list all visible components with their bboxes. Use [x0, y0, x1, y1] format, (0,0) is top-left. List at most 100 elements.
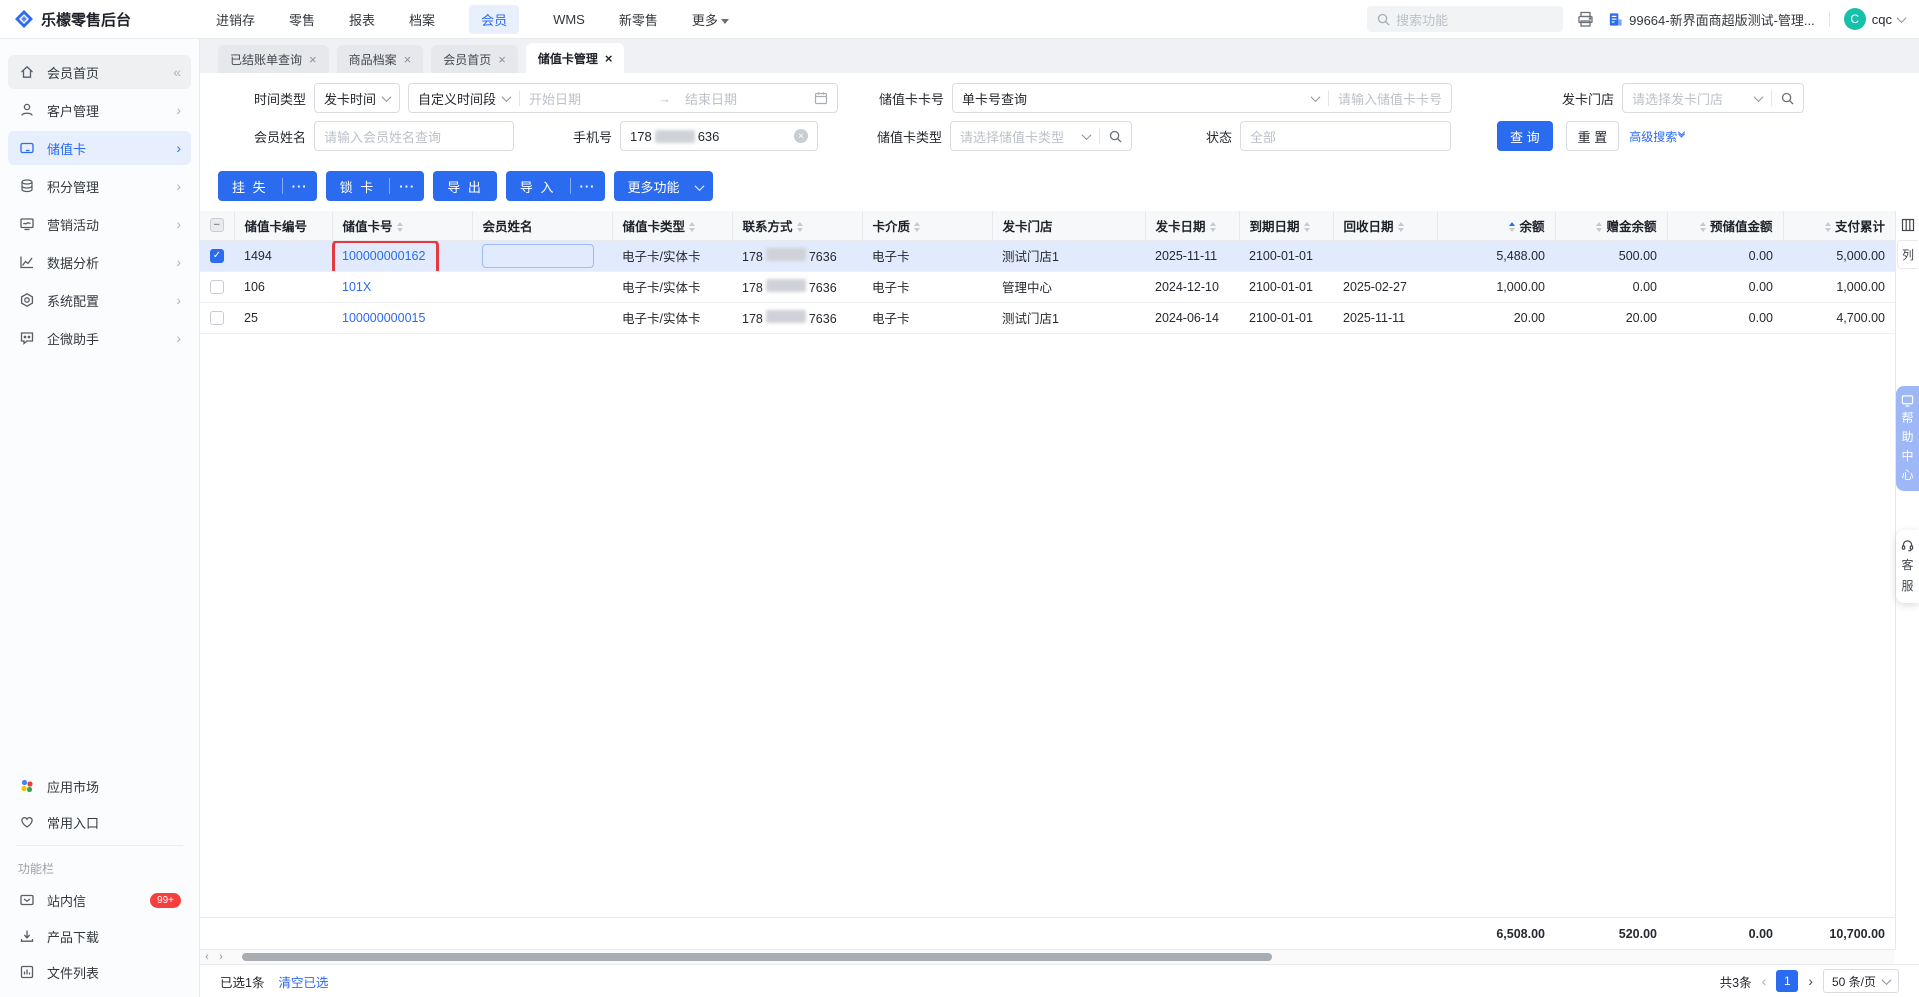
select-all-checkbox[interactable]: − [209, 218, 224, 233]
row-checkbox[interactable]: ✓ [210, 248, 224, 263]
report-loss-button[interactable]: 挂 失 ··· [218, 171, 317, 201]
function-search-input[interactable]: 搜索功能 [1367, 6, 1564, 32]
col-expire-date[interactable]: 到期日期 [1239, 211, 1334, 241]
col-prestore-amount[interactable]: 预储值金额 [1667, 211, 1784, 241]
sidebar-item-favorites[interactable]: 常用入口 [8, 805, 191, 839]
scrollbar-thumb[interactable] [242, 953, 1272, 961]
col-member-name[interactable]: 会员姓名 [472, 211, 613, 241]
more-options-icon[interactable]: ··· [283, 179, 317, 194]
collapse-sidebar-icon[interactable]: « [173, 64, 181, 80]
sort-icon[interactable] [1699, 222, 1706, 233]
end-date-input[interactable]: 结束日期 [685, 89, 737, 108]
page-size-select[interactable]: 50 条/页 [1822, 969, 1899, 993]
sort-icon[interactable] [1596, 222, 1603, 233]
nav-more[interactable]: 更多 [692, 10, 729, 29]
export-button[interactable]: 导 出 [433, 171, 497, 201]
sort-icon[interactable] [1509, 222, 1516, 233]
close-icon[interactable]: × [605, 51, 613, 66]
nav-member[interactable]: 会员 [469, 4, 520, 34]
col-contact[interactable]: 联系方式 [732, 211, 863, 241]
table-row[interactable]: 25 100000000015 电子卡/实体卡 178 7636 电子卡 测试门店… [200, 302, 1895, 334]
sort-icon[interactable] [1824, 222, 1831, 233]
member-name-input[interactable]: 请输入会员姓名查询 [314, 121, 514, 151]
print-icon[interactable] [1577, 11, 1594, 28]
current-page[interactable]: 1 [1776, 970, 1799, 992]
nav-purchase-sale-stock[interactable]: 进销存 [216, 10, 255, 29]
sidebar-item-stored-value-card[interactable]: 储值卡 › [8, 131, 191, 165]
sort-icon[interactable] [796, 222, 803, 233]
table-row[interactable]: 106 101X 电子卡/实体卡 178 7636 电子卡 管理中心 2024-1… [200, 271, 1895, 303]
col-issue-store[interactable]: 发卡门店 [992, 211, 1146, 241]
sidebar-item-app-market[interactable]: 应用市场 [8, 769, 191, 803]
prev-page-icon[interactable]: ‹ [1762, 973, 1767, 989]
member-name-edit-cell[interactable] [482, 243, 594, 268]
card-no-link[interactable]: 101X [342, 280, 371, 294]
sidebar-item-points-mgmt[interactable]: 积分管理 › [8, 169, 191, 203]
phone-input[interactable]: 178 636 × [620, 121, 818, 151]
card-no-link[interactable]: 100000000162 [342, 249, 425, 263]
sort-icon[interactable] [914, 222, 921, 233]
time-type-select[interactable]: 发卡时间 [314, 83, 400, 113]
col-recycle-date[interactable]: 回收日期 [1333, 211, 1438, 241]
status-select[interactable]: 全部 [1240, 121, 1451, 151]
card-no-link[interactable]: 100000000015 [342, 311, 425, 325]
scroll-left-icon[interactable]: ‹ [200, 950, 214, 964]
next-page-icon[interactable]: › [1808, 973, 1813, 989]
nav-archives[interactable]: 档案 [409, 10, 435, 29]
close-icon[interactable]: × [309, 52, 317, 67]
col-pay-total[interactable]: 支付累计 [1783, 211, 1895, 241]
col-balance[interactable]: 余额 [1437, 211, 1556, 241]
sort-icon[interactable] [396, 222, 403, 233]
sidebar-item-customer-mgmt[interactable]: 客户管理 › [8, 93, 191, 127]
customer-service-floater[interactable]: 客服 [1896, 530, 1919, 603]
card-type-select[interactable]: 请选择储值卡类型 [950, 121, 1132, 151]
search-icon[interactable] [1109, 130, 1122, 143]
advanced-search-link[interactable]: 高级搜索 [1629, 128, 1686, 145]
user-menu[interactable]: C cqc [1843, 8, 1907, 30]
scroll-right-icon[interactable]: › [214, 950, 228, 964]
tab-settled-bills[interactable]: 已结账单查询 × [218, 45, 329, 73]
tab-member-home[interactable]: 会员首页 × [431, 45, 518, 73]
sidebar-item-wecom-assistant[interactable]: 企微助手 › [8, 321, 191, 355]
scrollbar-track[interactable] [228, 952, 1895, 962]
start-date-input[interactable]: 开始日期 [529, 89, 581, 108]
search-icon[interactable] [1781, 92, 1794, 105]
card-no-combo[interactable]: 单卡号查询 请输入储值卡卡号 [952, 83, 1452, 113]
col-issue-date[interactable]: 发卡日期 [1145, 211, 1240, 241]
sort-icon[interactable] [1397, 222, 1404, 233]
col-medium[interactable]: 卡介质 [862, 211, 993, 241]
date-range-control[interactable]: 自定义时间段 开始日期 → 结束日期 [408, 83, 838, 113]
col-gift-balance[interactable]: 赠金余额 [1555, 211, 1668, 241]
more-functions-button[interactable]: 更多功能 [613, 171, 713, 201]
sidebar-item-data-analysis[interactable]: 数据分析 › [8, 245, 191, 279]
col-card-id[interactable]: 储值卡编号 [234, 211, 333, 241]
issue-store-select[interactable]: 请选择发卡门店 [1622, 83, 1804, 113]
card-no-input[interactable]: 请输入储值卡卡号 [1338, 89, 1442, 108]
clear-icon[interactable]: × [794, 129, 808, 143]
row-checkbox[interactable] [210, 279, 224, 294]
sort-icon[interactable] [689, 222, 696, 233]
tab-product-archive[interactable]: 商品档案 × [336, 45, 424, 73]
sidebar-item-file-list[interactable]: 文件列表 [8, 955, 191, 989]
nav-wms[interactable]: WMS [553, 12, 585, 27]
col-card-type[interactable]: 储值卡类型 [612, 211, 733, 241]
sort-icon[interactable] [1209, 222, 1216, 233]
sidebar-item-member-home[interactable]: 会员首页 « [8, 55, 191, 89]
col-card-no[interactable]: 储值卡号 [332, 211, 473, 241]
reset-button[interactable]: 重 置 [1565, 121, 1620, 151]
help-center-floater[interactable]: 帮助中心 [1896, 386, 1919, 491]
sidebar-item-product-download[interactable]: 产品下载 [8, 919, 191, 953]
close-icon[interactable]: × [404, 52, 412, 67]
nav-new-retail[interactable]: 新零售 [619, 10, 658, 29]
more-options-icon[interactable]: ··· [571, 179, 605, 194]
sort-icon[interactable] [1303, 222, 1310, 233]
tab-stored-value-card-mgmt[interactable]: 储值卡管理 × [525, 43, 625, 73]
nav-retail[interactable]: 零售 [289, 10, 315, 29]
query-button[interactable]: 查 询 [1497, 121, 1553, 151]
table-row[interactable]: ✓ 1494 100000000162 电子卡/实体卡 178 7636 电子卡 … [200, 240, 1895, 272]
nav-reports[interactable]: 报表 [349, 10, 375, 29]
close-icon[interactable]: × [498, 52, 506, 67]
more-options-icon[interactable]: ··· [390, 179, 424, 194]
lock-card-button[interactable]: 锁 卡 ··· [325, 171, 425, 201]
column-settings-tab[interactable]: 列 [1896, 240, 1918, 269]
